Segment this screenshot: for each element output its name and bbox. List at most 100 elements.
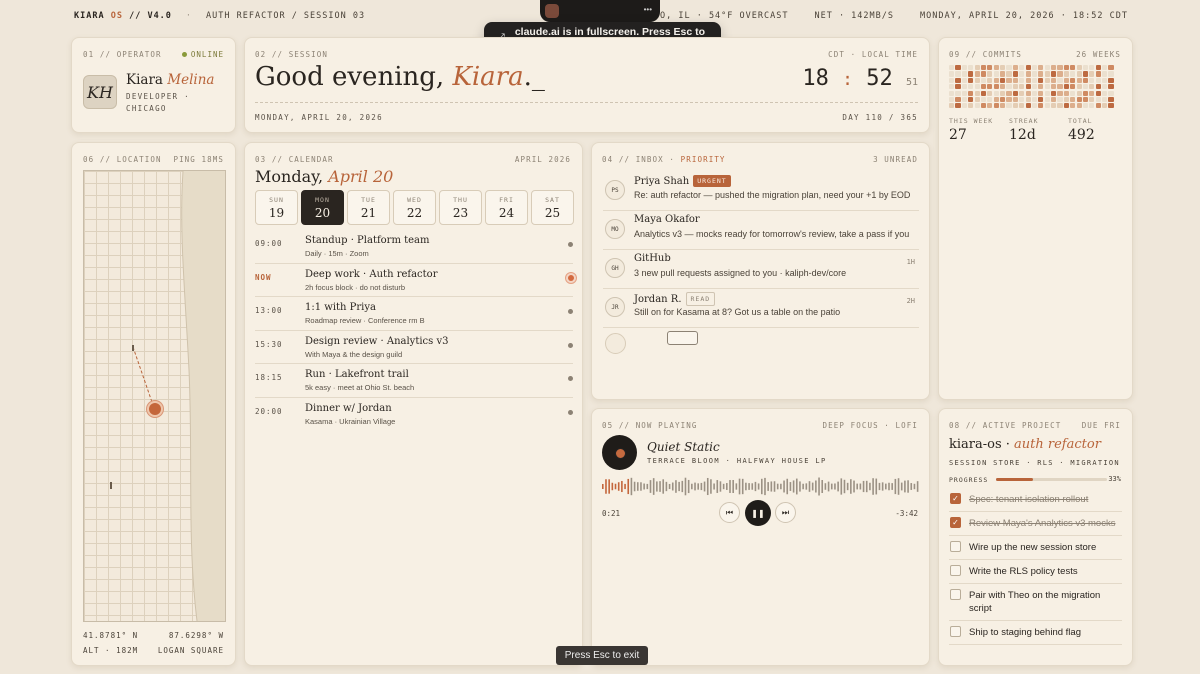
app-icon[interactable] — [545, 4, 559, 18]
heatmap-cell[interactable] — [1000, 96, 1006, 103]
heatmap-cell[interactable] — [1089, 84, 1095, 90]
heatmap-cell[interactable] — [1063, 65, 1069, 71]
calendar-event[interactable]: 15:30 Design review · Analytics v3 With Ma… — [255, 331, 573, 365]
heatmap-cell[interactable] — [1051, 96, 1057, 103]
heatmap-cell[interactable] — [974, 77, 980, 83]
heatmap-cell[interactable] — [1082, 71, 1089, 77]
heatmap-cell[interactable] — [968, 84, 974, 90]
heatmap-cell[interactable] — [1000, 103, 1006, 109]
heatmap-cell[interactable] — [968, 103, 974, 109]
task-checkbox[interactable]: ✓ — [950, 517, 961, 528]
heatmap-cell[interactable] — [1089, 96, 1095, 103]
heatmap-cell[interactable] — [1102, 90, 1108, 96]
heatmap-cell[interactable] — [993, 77, 999, 83]
heatmap-cell[interactable] — [1038, 103, 1044, 109]
heatmap-cell[interactable] — [961, 77, 967, 83]
heatmap-cell[interactable] — [955, 103, 961, 109]
pause-button[interactable]: ❚❚ — [745, 500, 771, 526]
heatmap-cell[interactable] — [1044, 77, 1050, 83]
heatmap-cell[interactable] — [1095, 90, 1101, 96]
heatmap-cell[interactable] — [974, 84, 980, 90]
heatmap-cell[interactable] — [1057, 96, 1063, 103]
heatmap-cell[interactable] — [974, 65, 980, 71]
heatmap-cell[interactable] — [993, 96, 999, 103]
heatmap-cell[interactable] — [987, 103, 993, 109]
heatmap-cell[interactable] — [1051, 77, 1057, 83]
calendar-event[interactable]: NOW Deep work · Auth refactor 2h focus blo… — [255, 264, 574, 298]
heatmap-cell[interactable] — [1057, 103, 1063, 109]
heatmap-cell[interactable] — [980, 71, 987, 77]
heatmap-cell[interactable] — [993, 71, 999, 77]
heatmap-cell[interactable] — [987, 96, 993, 103]
task-item[interactable]: Wire up the new session store — [949, 536, 1122, 560]
heatmap-cell[interactable] — [1031, 90, 1038, 96]
inbox-message[interactable]: JR Jordan R. READ Still on for Kasama at … — [603, 291, 919, 328]
heatmap-cell[interactable] — [1051, 84, 1057, 90]
heatmap-cell[interactable] — [1031, 96, 1038, 103]
heatmap-cell[interactable] — [1089, 103, 1095, 109]
inbox-message[interactable]: PS Priya Shah URGENT Re: auth refactor — … — [603, 174, 919, 211]
heatmap-cell[interactable] — [1006, 77, 1012, 83]
heatmap-cell[interactable] — [1012, 90, 1018, 96]
heatmap-cell[interactable] — [1012, 103, 1018, 109]
day-mon[interactable]: MON 20 — [301, 190, 344, 225]
heatmap-cell[interactable] — [949, 90, 955, 96]
heatmap-cell[interactable] — [955, 65, 961, 71]
heatmap-cell[interactable] — [980, 90, 987, 96]
heatmap-cell[interactable] — [1102, 71, 1108, 77]
heatmap-cell[interactable] — [968, 71, 974, 77]
heatmap-cell[interactable] — [980, 96, 987, 103]
heatmap-cell[interactable] — [987, 77, 993, 83]
task-item[interactable]: Write the RLS policy tests — [949, 560, 1122, 584]
task-item[interactable]: ✓ Spec: tenant isolation rollout — [949, 488, 1122, 512]
heatmap-cell[interactable] — [1108, 96, 1114, 103]
heatmap-cell[interactable] — [1031, 65, 1038, 71]
heatmap-cell[interactable] — [1102, 84, 1108, 90]
heatmap-cell[interactable] — [1025, 84, 1031, 90]
commit-heatmap[interactable] — [949, 65, 1114, 109]
heatmap-cell[interactable] — [955, 84, 961, 90]
heatmap-cell[interactable] — [980, 77, 987, 83]
heatmap-cell[interactable] — [1108, 77, 1114, 83]
task-checkbox[interactable]: ✓ — [950, 493, 961, 504]
heatmap-cell[interactable] — [968, 65, 974, 71]
heatmap-cell[interactable] — [1038, 65, 1044, 71]
day-wed[interactable]: WED 22 — [393, 190, 436, 225]
heatmap-cell[interactable] — [1076, 65, 1082, 71]
heatmap-cell[interactable] — [1000, 84, 1006, 90]
heatmap-cell[interactable] — [1006, 90, 1012, 96]
heatmap-cell[interactable] — [1076, 84, 1082, 90]
heatmap-cell[interactable] — [1070, 96, 1076, 103]
heatmap-cell[interactable] — [1051, 65, 1057, 71]
heatmap-cell[interactable] — [1108, 71, 1114, 77]
task-item[interactable]: Pair with Theo on the migration script — [949, 584, 1122, 621]
heatmap-cell[interactable] — [1095, 103, 1101, 109]
more-icon[interactable]: ••• — [644, 5, 652, 14]
heatmap-cell[interactable] — [1019, 65, 1025, 71]
heatmap-cell[interactable] — [974, 96, 980, 103]
day-thu[interactable]: THU 23 — [439, 190, 482, 225]
heatmap-cell[interactable] — [1070, 77, 1076, 83]
heatmap-cell[interactable] — [1051, 103, 1057, 109]
heatmap-cell[interactable] — [1063, 103, 1069, 109]
heatmap-cell[interactable] — [1038, 90, 1044, 96]
heatmap-cell[interactable] — [1082, 77, 1089, 83]
heatmap-cell[interactable] — [1108, 84, 1114, 90]
heatmap-cell[interactable] — [1063, 96, 1069, 103]
reply-input[interactable] — [667, 331, 698, 345]
heatmap-cell[interactable] — [1102, 103, 1108, 109]
heatmap-cell[interactable] — [1000, 90, 1006, 96]
heatmap-cell[interactable] — [1102, 96, 1108, 103]
heatmap-cell[interactable] — [1025, 71, 1031, 77]
heatmap-cell[interactable] — [1102, 77, 1108, 83]
heatmap-cell[interactable] — [1025, 65, 1031, 71]
heatmap-cell[interactable] — [1038, 71, 1044, 77]
heatmap-cell[interactable] — [1076, 96, 1082, 103]
heatmap-cell[interactable] — [1095, 77, 1101, 83]
heatmap-cell[interactable] — [1031, 71, 1038, 77]
heatmap-cell[interactable] — [949, 71, 955, 77]
heatmap-cell[interactable] — [1108, 90, 1114, 96]
heatmap-cell[interactable] — [1057, 77, 1063, 83]
heatmap-cell[interactable] — [949, 103, 955, 109]
task-item[interactable]: Ship to staging behind flag — [949, 621, 1122, 645]
